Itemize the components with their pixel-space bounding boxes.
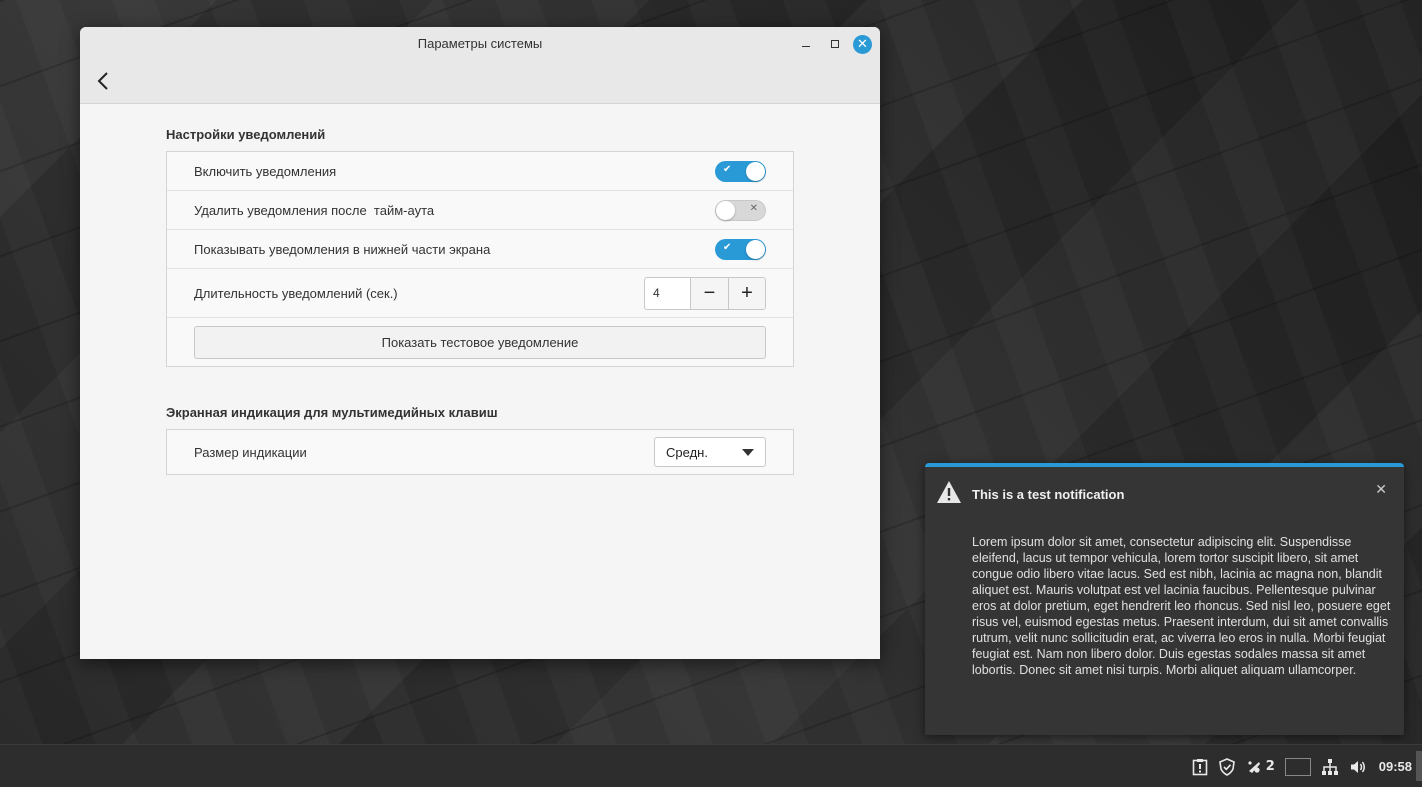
switch-knob xyxy=(746,239,765,259)
clipboard-icon[interactable] xyxy=(1192,758,1208,776)
check-icon: ✔ xyxy=(723,163,732,175)
clock[interactable]: 09:58 xyxy=(1379,759,1412,774)
back-button[interactable] xyxy=(94,70,112,92)
flag-ru-icon[interactable] xyxy=(1284,757,1311,776)
switch-knob xyxy=(716,200,735,220)
notifications-group: Включить уведомления ✔ Удалить уведомлен… xyxy=(166,151,794,367)
select-value: Средн. xyxy=(666,444,708,460)
show-desktop-button[interactable] xyxy=(1416,751,1422,781)
taskbar: 2 09:58 xyxy=(0,744,1422,787)
settings-content: Настройки уведомлений Включить уведомлен… xyxy=(166,127,794,513)
osd-group: Размер индикации Средн. xyxy=(166,429,794,475)
system-tray: 2 09:58 xyxy=(1192,745,1412,787)
decrement-button[interactable]: − xyxy=(691,277,728,309)
show-bottom-switch[interactable]: ✔ xyxy=(715,238,766,260)
row-label: Размер индикации xyxy=(194,444,307,460)
notification-count: 2 xyxy=(1265,759,1275,774)
check-icon: ✔ xyxy=(723,241,732,253)
remove-after-timeout-switch[interactable]: ✕ xyxy=(715,199,766,221)
shield-icon[interactable] xyxy=(1218,757,1236,776)
row-label: Удалить уведомления после тайм-аута xyxy=(194,202,435,218)
system-settings-window: Параметры системы ✕ Настройки уведомлени… xyxy=(80,27,880,659)
close-button[interactable]: ✕ xyxy=(853,35,872,54)
duration-stepper: 4 − + xyxy=(644,276,766,310)
notification-body: Lorem ipsum dolor sit amet, consectetur … xyxy=(972,535,1391,677)
notification-close-button[interactable]: ✕ xyxy=(1375,482,1387,498)
row-duration: Длительность уведомлений (сек.) 4 − + xyxy=(167,269,793,318)
caret-down-icon xyxy=(742,448,754,456)
test-notification-button[interactable]: Показать тестовое уведомление xyxy=(194,325,766,359)
duration-input[interactable]: 4 xyxy=(645,277,691,309)
notification-popup[interactable]: This is a test notification ✕ Lorem ipsu… xyxy=(925,463,1404,735)
row-osd-size: Размер индикации Средн. xyxy=(167,430,793,474)
warning-icon xyxy=(936,480,962,508)
section-title-osd: Экранная индикация для мультимедийных кл… xyxy=(166,405,498,420)
notifications-icon[interactable]: 2 xyxy=(1246,759,1275,775)
row-remove-after-timeout: Удалить уведомления после тайм-аута ✕ xyxy=(167,191,793,230)
section-title-notifications: Настройки уведомлений xyxy=(166,127,326,142)
maximize-button[interactable] xyxy=(826,35,844,53)
row-label: Длительность уведомлений (сек.) xyxy=(194,285,398,301)
row-label: Включить уведомления xyxy=(194,163,337,179)
cross-icon: ✕ xyxy=(749,202,758,214)
enable-notifications-switch[interactable]: ✔ xyxy=(715,160,766,182)
row-enable-notifications: Включить уведомления ✔ xyxy=(167,152,793,191)
increment-button[interactable]: + xyxy=(728,277,765,309)
window-titlebar: Параметры системы ✕ xyxy=(80,27,880,104)
row-show-bottom: Показывать уведомления в нижней части эк… xyxy=(167,230,793,269)
chevron-left-icon xyxy=(97,72,108,90)
osd-size-select[interactable]: Средн. xyxy=(654,437,766,467)
notification-title: This is a test notification xyxy=(972,487,1125,502)
minimize-button[interactable] xyxy=(797,35,815,53)
window-title: Параметры системы xyxy=(417,36,543,51)
row-label: Показывать уведомления в нижней части эк… xyxy=(194,241,491,257)
row-test-notification: Показать тестовое уведомление xyxy=(167,318,793,366)
network-icon[interactable] xyxy=(1321,758,1339,776)
minimize-icon xyxy=(802,45,810,48)
volume-icon[interactable] xyxy=(1349,758,1367,776)
maximize-icon xyxy=(831,40,839,48)
switch-knob xyxy=(746,161,765,181)
